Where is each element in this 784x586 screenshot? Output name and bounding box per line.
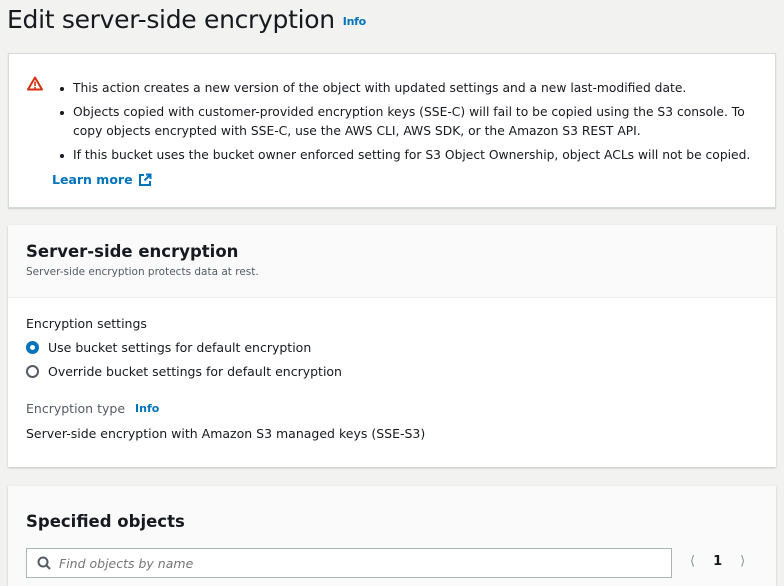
learn-more-label: Learn more bbox=[52, 172, 133, 187]
object-search[interactable] bbox=[26, 548, 672, 578]
warning-item: If this bucket uses the bucket owner enf… bbox=[57, 146, 767, 165]
encryption-type-value: Server-side encryption with Amazon S3 ma… bbox=[26, 426, 426, 441]
info-link[interactable]: Info bbox=[343, 15, 366, 28]
warning-item: This action creates a new version of the… bbox=[57, 79, 767, 98]
panel-title: Server-side encryption bbox=[26, 242, 239, 261]
specified-objects-panel: Specified objects ⟨ 1 ⟩ bbox=[8, 486, 776, 586]
current-page[interactable]: 1 bbox=[713, 554, 722, 569]
radio-unselected-icon[interactable] bbox=[26, 365, 39, 378]
external-link-icon bbox=[138, 173, 152, 186]
pagination: ⟨ 1 ⟩ bbox=[690, 554, 745, 569]
specified-objects-title: Specified objects bbox=[26, 512, 185, 531]
encryption-type-info-link[interactable]: Info bbox=[135, 402, 159, 415]
page-title-text: Edit server-side encryption bbox=[7, 5, 335, 34]
panel-header: Server-side encryption Server-side encry… bbox=[8, 225, 776, 298]
server-side-encryption-panel: Server-side encryption Server-side encry… bbox=[8, 225, 776, 467]
page-title: Edit server-side encryption Info bbox=[7, 5, 366, 34]
encryption-settings-label: Encryption settings bbox=[26, 316, 147, 331]
radio-override-bucket-settings[interactable]: Override bucket settings for default enc… bbox=[26, 364, 776, 379]
prev-page-icon[interactable]: ⟨ bbox=[690, 554, 695, 569]
warning-item: Objects copied with customer-provided en… bbox=[57, 103, 767, 141]
object-search-input[interactable] bbox=[59, 555, 639, 571]
warning-icon bbox=[27, 76, 43, 91]
radio-selected-icon[interactable] bbox=[26, 341, 39, 354]
warning-alert: This action creates a new version of the… bbox=[8, 53, 776, 208]
next-page-icon[interactable]: ⟩ bbox=[740, 554, 745, 569]
warning-list: This action creates a new version of the… bbox=[57, 79, 767, 170]
panel-description: Server-side encryption protects data at … bbox=[26, 266, 259, 278]
radio-label: Use bucket settings for default encrypti… bbox=[48, 340, 312, 355]
radio-label: Override bucket settings for default enc… bbox=[48, 364, 342, 379]
search-icon bbox=[37, 556, 51, 570]
radio-use-bucket-settings[interactable]: Use bucket settings for default encrypti… bbox=[26, 340, 776, 355]
learn-more-link[interactable]: Learn more bbox=[52, 172, 152, 187]
encryption-type-label: Encryption type bbox=[26, 401, 126, 416]
